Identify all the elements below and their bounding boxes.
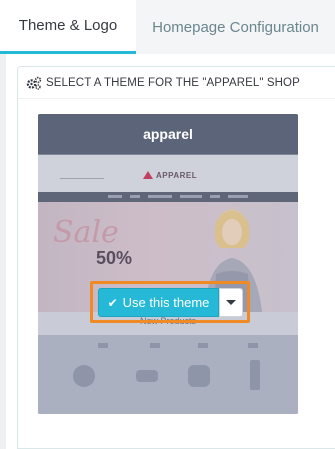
preview-products [38,335,298,414]
theme-options-dropdown-button[interactable] [219,288,243,317]
use-this-theme-button[interactable]: ✔ Use this theme [98,288,219,317]
panel-title: SELECT A THEME FOR THE "APPAREL" SHOP [46,76,300,89]
preview-logo-text: APPAREL [156,171,198,180]
use-this-theme-label: Use this theme [122,295,210,310]
sidebar-strip [0,54,6,449]
tab-theme-logo[interactable]: Theme & Logo [0,0,136,54]
theme-card: apparel APPAREL Sale 50% New Products [38,114,298,414]
use-theme-highlight: ✔ Use this theme [90,281,250,323]
caret-down-icon [226,300,236,305]
preview-search-bar [60,171,104,179]
gears-icon [26,76,42,90]
preview-logo: APPAREL [143,171,197,180]
preview-sale-text: Sale [53,215,119,250]
preview-percent-text: 50% [96,248,133,268]
panel-heading: SELECT A THEME FOR THE "APPAREL" SHOP [18,67,335,99]
tab-bar: Theme & Logo Homepage Configuration [0,0,335,54]
logo-triangle-icon [143,171,153,179]
preview-nav [38,192,298,202]
tab-homepage-configuration[interactable]: Homepage Configuration [136,0,335,54]
check-icon: ✔ [107,295,118,310]
theme-name: apparel [38,114,298,154]
